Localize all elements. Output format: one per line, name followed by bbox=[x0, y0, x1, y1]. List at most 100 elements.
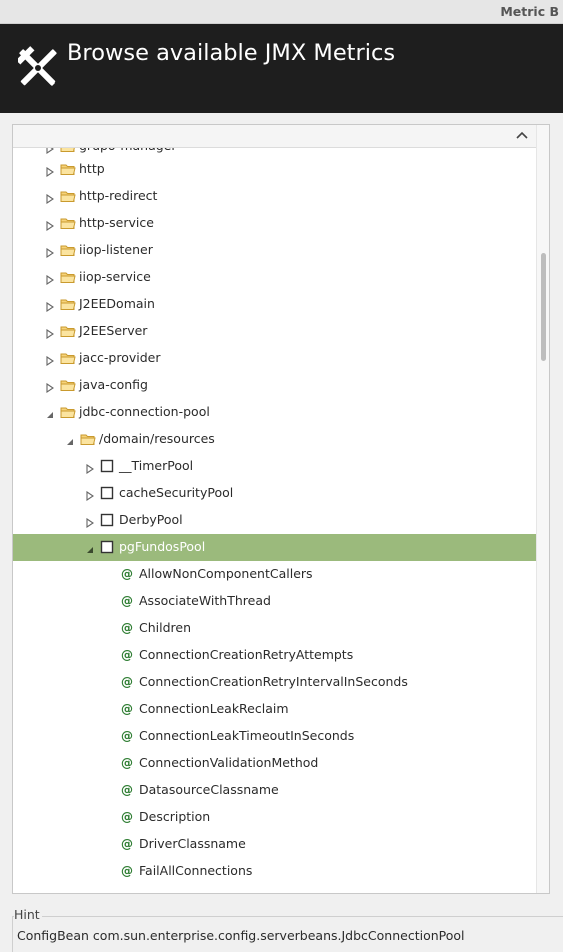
tree-node-label: jacc-provider bbox=[79, 350, 161, 365]
tree-row-attribute[interactable]: @ ConnectionCreationRetryIntervalInSecond… bbox=[13, 669, 537, 696]
tree-node-label: DatasourceClassname bbox=[139, 782, 279, 797]
tree-node-label: java-config bbox=[79, 377, 148, 392]
tree-row-folder[interactable]: http-redirect bbox=[13, 183, 537, 210]
tree-row-folder[interactable]: iiop-service bbox=[13, 264, 537, 291]
expand-arrow-right-icon[interactable] bbox=[46, 300, 54, 313]
tree-node-label: AssociateWithThread bbox=[139, 593, 271, 608]
tools-icon bbox=[18, 46, 57, 86]
tree-node-label: Children bbox=[139, 620, 192, 635]
attribute-icon: @ bbox=[121, 810, 133, 824]
attribute-icon: @ bbox=[121, 702, 133, 716]
hint-label: Hint bbox=[14, 907, 42, 922]
chevron-up-icon[interactable] bbox=[515, 127, 529, 141]
tree-row-attribute[interactable]: @ DatasourceClassname bbox=[13, 777, 537, 804]
expand-arrow-right-icon[interactable] bbox=[46, 165, 54, 178]
expand-arrow-right-icon[interactable] bbox=[46, 327, 54, 340]
mbean-box-icon bbox=[100, 459, 116, 473]
tree-node-label: cacheSecurityPool bbox=[119, 485, 234, 500]
folder-icon bbox=[80, 432, 96, 446]
expand-arrow-right-icon[interactable] bbox=[86, 516, 94, 529]
tree-row-attribute[interactable]: @ ConnectionLeakTimeoutInSeconds bbox=[13, 723, 537, 750]
tree-row-folder[interactable]: J2EEServer bbox=[13, 318, 537, 345]
tree-row-attribute[interactable]: @ AllowNonComponentCallers bbox=[13, 561, 537, 588]
tree-row-pool[interactable]: DerbyPool bbox=[13, 507, 537, 534]
tree-node-label: http bbox=[79, 161, 105, 176]
tree-column-header[interactable] bbox=[13, 125, 537, 148]
tree-node-label: FailAllConnections bbox=[139, 863, 253, 878]
folder-icon bbox=[60, 351, 76, 365]
tree-row-attribute[interactable]: @ ConnectionValidationMethod bbox=[13, 750, 537, 777]
expand-arrow-right-icon[interactable] bbox=[86, 489, 94, 502]
expand-arrow-down-icon[interactable] bbox=[86, 543, 94, 553]
dialog-title: Browse available JMX Metrics bbox=[67, 40, 396, 66]
attribute-icon: @ bbox=[121, 729, 133, 743]
expand-arrow-down-icon[interactable] bbox=[66, 435, 74, 445]
tree-node-label: Description bbox=[139, 809, 211, 824]
mbean-box-icon bbox=[100, 540, 116, 554]
expand-arrow-right-icon[interactable] bbox=[46, 219, 54, 232]
window-titlebar: Metric B bbox=[0, 0, 563, 24]
attribute-icon: @ bbox=[121, 783, 133, 797]
tree-node-label: ConnectionValidationMethod bbox=[139, 755, 319, 770]
hint-border bbox=[12, 916, 563, 917]
tree-node-label: DriverClassname bbox=[139, 836, 246, 851]
attribute-icon: @ bbox=[121, 837, 133, 851]
tree-node-label: ConnectionLeakReclaim bbox=[139, 701, 289, 716]
tree-row-folder[interactable]: java-config bbox=[13, 372, 537, 399]
expand-arrow-right-icon[interactable] bbox=[46, 192, 54, 205]
vertical-scrollbar[interactable] bbox=[536, 125, 549, 893]
metric-tree-panel[interactable]: grupo-manager http http-redirect http-servi… bbox=[12, 124, 550, 894]
tree-node-label: jdbc-connection-pool bbox=[79, 404, 210, 419]
expand-arrow-right-icon[interactable] bbox=[86, 462, 94, 475]
tree-row-folder[interactable]: http bbox=[13, 156, 537, 183]
tree-node-label: grupo-manager bbox=[79, 148, 177, 153]
tree-row-jdbc-connection-pool[interactable]: jdbc-connection-pool bbox=[13, 399, 537, 426]
tree-row-attribute[interactable]: @ AssociateWithThread bbox=[13, 588, 537, 615]
tree-row-pgfundospool[interactable]: pgFundosPool bbox=[13, 534, 537, 561]
attribute-icon: @ bbox=[121, 675, 133, 689]
folder-icon bbox=[60, 378, 76, 392]
clipped-tree-row[interactable]: grupo-manager bbox=[13, 148, 213, 155]
tree-row-attribute[interactable]: @ ConnectionCreationRetryAttempts bbox=[13, 642, 537, 669]
tree-node-label: J2EEServer bbox=[79, 323, 148, 338]
attribute-icon: @ bbox=[121, 621, 133, 635]
folder-icon bbox=[60, 189, 76, 203]
tree-row-attribute[interactable]: @ Children bbox=[13, 615, 537, 642]
scrollbar-thumb[interactable] bbox=[541, 253, 546, 361]
tree-row-folder[interactable]: iiop-listener bbox=[13, 237, 537, 264]
window-title: Metric B bbox=[500, 4, 559, 19]
tree-node-label: pgFundosPool bbox=[119, 539, 206, 554]
tree-node-label: J2EEDomain bbox=[79, 296, 155, 311]
tree-row-attribute[interactable]: @ FailAllConnections bbox=[13, 858, 537, 885]
tree-row-domain-resources[interactable]: /domain/resources bbox=[13, 426, 537, 453]
hint-text: ConfigBean com.sun.enterprise.config.ser… bbox=[17, 928, 465, 943]
hint-group: Hint ConfigBean com.sun.enterprise.confi… bbox=[0, 906, 563, 952]
expand-arrow-right-icon[interactable] bbox=[46, 273, 54, 286]
folder-icon bbox=[60, 162, 76, 176]
tree-row-attribute[interactable]: @ DriverClassname bbox=[13, 831, 537, 858]
tree-row-attribute[interactable]: @ ConnectionLeakReclaim bbox=[13, 696, 537, 723]
attribute-icon: @ bbox=[121, 864, 133, 878]
hint-border-left bbox=[12, 916, 13, 952]
tree-node-label: iiop-listener bbox=[79, 242, 153, 257]
folder-icon bbox=[60, 243, 76, 257]
attribute-icon: @ bbox=[121, 648, 133, 662]
tree-row-attribute[interactable]: @ Description bbox=[13, 804, 537, 831]
tree-row-pool[interactable]: cacheSecurityPool bbox=[13, 480, 537, 507]
tree-node-label: http-redirect bbox=[79, 188, 158, 203]
tree-row-folder[interactable]: http-service bbox=[13, 210, 537, 237]
tree-row-folder[interactable]: J2EEDomain bbox=[13, 291, 537, 318]
expand-arrow-down-icon[interactable] bbox=[46, 408, 54, 418]
expand-arrow-right-icon[interactable] bbox=[46, 354, 54, 367]
expand-arrow-right-icon[interactable] bbox=[46, 246, 54, 259]
folder-icon bbox=[60, 270, 76, 284]
tree-row-pool[interactable]: __TimerPool bbox=[13, 453, 537, 480]
tree-node-label: iiop-service bbox=[79, 269, 151, 284]
tree-row-folder[interactable]: jacc-provider bbox=[13, 345, 537, 372]
folder-icon bbox=[60, 297, 76, 311]
expand-arrow-right-icon[interactable] bbox=[46, 381, 54, 394]
mbean-box-icon bbox=[100, 486, 116, 500]
folder-icon bbox=[60, 148, 76, 156]
jmx-tree[interactable]: grupo-manager http http-redirect http-servi… bbox=[13, 148, 537, 893]
attribute-icon: @ bbox=[121, 567, 133, 581]
